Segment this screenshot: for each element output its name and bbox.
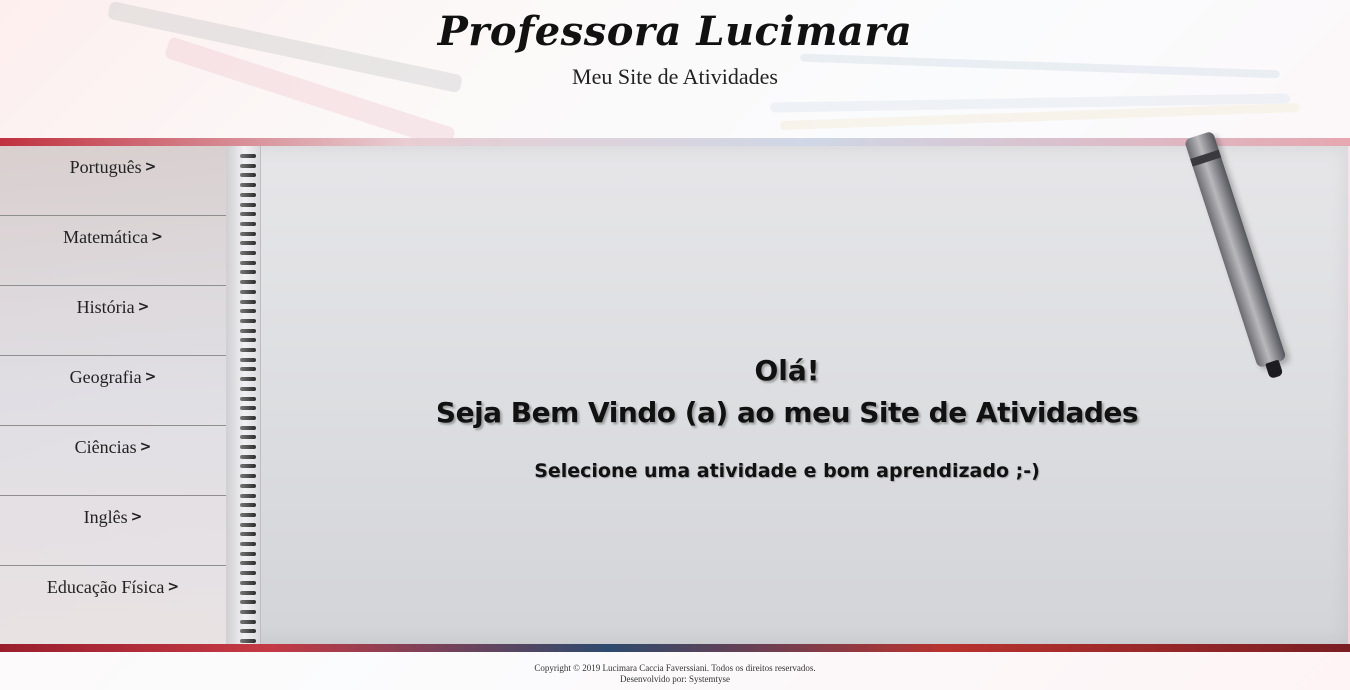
decorative-band-bottom xyxy=(0,644,1350,652)
sidebar-item-educacao-fisica[interactable]: Educação Física > xyxy=(0,566,226,636)
subject-sidebar: Português > Matemática > História > Geograf… xyxy=(0,146,226,644)
sidebar-item-label: Matemática xyxy=(63,227,149,247)
sidebar-item-historia[interactable]: História > xyxy=(0,286,226,356)
copyright-text: Copyright © 2019 Lucimara Caccia Faverss… xyxy=(534,663,816,673)
developer-credit: Desenvolvido por: Systemtyse xyxy=(620,674,730,684)
chevron-right-icon: > xyxy=(137,299,150,315)
site-footer: Copyright © 2019 Lucimara Caccia Faverss… xyxy=(0,652,1350,690)
decorative-band-top xyxy=(0,138,1350,146)
sidebar-item-label: História xyxy=(76,297,135,317)
sidebar-item-ingles[interactable]: Inglês > xyxy=(0,496,226,566)
site-title: Professora Lucimara xyxy=(437,8,913,55)
chevron-right-icon: > xyxy=(130,509,143,525)
site-subtitle: Meu Site de Atividades xyxy=(572,64,778,89)
chevron-right-icon: > xyxy=(139,439,152,455)
sidebar-item-label: Inglês xyxy=(83,507,128,527)
welcome-hint: Selecione uma atividade e bom aprendizad… xyxy=(534,460,1040,482)
welcome-content: Olá! Seja Bem Vindo (a) ao meu Site de A… xyxy=(226,146,1348,644)
sidebar-item-label: Educação Física xyxy=(46,577,165,597)
sidebar-item-geografia[interactable]: Geografia > xyxy=(0,356,226,426)
chevron-right-icon: > xyxy=(144,369,157,385)
sidebar-item-label: Português xyxy=(69,157,142,177)
welcome-heading: Seja Bem Vindo (a) ao meu Site de Ativid… xyxy=(435,396,1139,429)
sidebar-item-portugues[interactable]: Português > xyxy=(0,146,226,216)
chevron-right-icon: > xyxy=(151,229,163,245)
sidebar-item-matematica[interactable]: Matemática > xyxy=(0,216,226,286)
sidebar-item-ciencias[interactable]: Ciências > xyxy=(0,426,226,496)
greeting-heading: Olá! xyxy=(754,354,820,387)
sidebar-item-label: Geografia xyxy=(69,367,142,387)
sidebar-item-label: Ciências xyxy=(74,437,137,457)
site-header: Professora Lucimara Meu Site de Atividad… xyxy=(0,0,1350,138)
chevron-right-icon: > xyxy=(167,579,180,595)
chevron-right-icon: > xyxy=(144,159,157,175)
